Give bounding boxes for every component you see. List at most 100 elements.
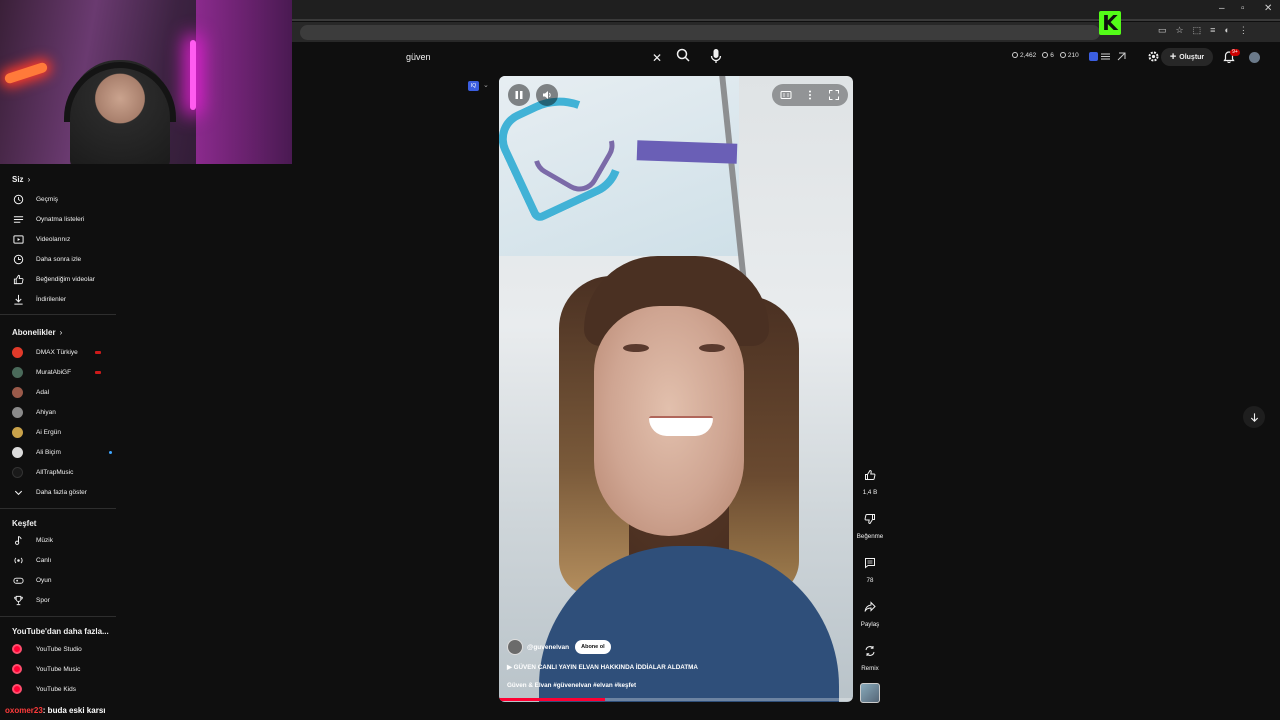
- search-input[interactable]: [398, 45, 668, 69]
- sidebar-item-label: Videolarınız: [36, 235, 71, 243]
- you-section-header[interactable]: Siz ›: [12, 175, 30, 184]
- shorts-player[interactable]: @guvenelvan Abone ol ▶ GÜVEN CANLI YAYIN…: [499, 76, 853, 702]
- volume-button[interactable]: [536, 84, 558, 106]
- share-action[interactable]: Paylaş: [856, 597, 884, 628]
- more-options-icon[interactable]: [804, 89, 816, 101]
- watch-later-icon: [12, 253, 24, 265]
- trophy-icon: [12, 594, 24, 606]
- chat-text: : buda eski karsı: [42, 706, 106, 715]
- like-button[interactable]: [860, 465, 880, 485]
- live-icon: [12, 554, 24, 566]
- bookmark-star-icon[interactable]: ☆: [1176, 25, 1184, 36]
- explore-title: Keşfet: [12, 519, 37, 528]
- video-smile: [649, 416, 713, 436]
- sidebar-item-downloads[interactable]: İndirilenler: [12, 291, 116, 307]
- share-button[interactable]: [860, 597, 880, 617]
- gear-icon[interactable]: [1148, 51, 1159, 62]
- sidebar-item-your-videos[interactable]: Videolarınız: [12, 231, 116, 247]
- sidebar-channel-alltrapmusic[interactable]: AllTrapMusic: [12, 464, 116, 480]
- sidebar-channel-ahiyan[interactable]: Ahiyan: [12, 404, 116, 420]
- tool-icon[interactable]: [1117, 52, 1126, 61]
- minimize-icon[interactable]: –: [1219, 3, 1225, 14]
- notification-count-badge: 9+: [1230, 49, 1240, 56]
- video-progress-bar[interactable]: [499, 698, 853, 701]
- sidebar-item-label: Daha sonra izle: [36, 255, 82, 263]
- extensions-icon[interactable]: ⬚: [1193, 25, 1202, 36]
- fullscreen-icon[interactable]: [828, 89, 840, 101]
- video-eye: [623, 344, 649, 352]
- create-button[interactable]: + Oluştur: [1161, 48, 1213, 66]
- sidebar-item-live[interactable]: Canlı: [12, 552, 116, 568]
- channel-handle[interactable]: @guvenelvan: [527, 644, 569, 651]
- sidebar-item-liked-videos[interactable]: Beğendiğim videolar: [12, 271, 116, 287]
- channel-name: Ali Biçim: [36, 448, 61, 456]
- like-action[interactable]: 1,4 B: [856, 465, 884, 496]
- microphone-icon[interactable]: [709, 48, 723, 64]
- youtube-music-icon: [12, 664, 22, 674]
- show-more-label: Daha fazla göster: [36, 488, 87, 496]
- chevron-right-icon: ›: [59, 328, 63, 337]
- sidebar-channel-ai-ergun[interactable]: Ai Ergün: [12, 424, 116, 440]
- channel-avatar[interactable]: [507, 639, 523, 655]
- music-icon: [12, 534, 24, 546]
- sidebar-channel-dmax-turkiye[interactable]: DMAX Türkiye: [12, 344, 116, 360]
- pause-button[interactable]: [508, 84, 530, 106]
- short-title[interactable]: ▶ GÜVEN CANLI YAYIN ELVAN HAKKINDA İDDİA…: [507, 664, 698, 671]
- sidebar-item-youtube-kids[interactable]: YouTube Kids: [12, 681, 116, 697]
- clear-search-icon[interactable]: ✕: [652, 51, 662, 65]
- sidebar-channel-ali-bicim[interactable]: Ali Biçim: [12, 444, 116, 460]
- subscriptions-section-header[interactable]: Abonelikler ›: [12, 328, 62, 337]
- close-window-icon[interactable]: ✕: [1264, 3, 1272, 14]
- short-description[interactable]: Güven & Elvan #güvenelvan #elvan #keşfet: [507, 682, 636, 689]
- sidebar-show-more[interactable]: Daha fazla göster: [12, 484, 116, 500]
- sidebar-item-label: Müzik: [36, 536, 53, 544]
- sidebar-item-youtube-studio[interactable]: YouTube Studio: [12, 641, 116, 657]
- sidebar-item-gaming[interactable]: Oyun: [12, 572, 116, 588]
- extension-badge-icon[interactable]: [1089, 52, 1098, 61]
- subscriptions-title: Abonelikler: [12, 328, 56, 337]
- video-eye: [699, 344, 725, 352]
- sidebar-channel-muratabigf[interactable]: MuratAbiGF: [12, 364, 116, 380]
- list-icon[interactable]: [1101, 52, 1110, 61]
- media-icon[interactable]: ≡: [1210, 25, 1215, 36]
- stat-value: 210: [1067, 52, 1079, 59]
- sidebar-item-label: Beğendiğim videolar: [36, 275, 95, 283]
- account-avatar[interactable]: [1249, 52, 1260, 63]
- comments-action[interactable]: 78: [856, 553, 884, 584]
- subscribe-button[interactable]: Abone ol: [575, 640, 611, 654]
- webcam-lamp: [3, 61, 49, 85]
- remix-action[interactable]: Remix: [856, 641, 884, 672]
- webcam-neon-light: [190, 40, 196, 110]
- plus-icon: +: [1169, 51, 1177, 63]
- sound-thumbnail[interactable]: [860, 683, 880, 703]
- extension-logo-icon[interactable]: IQ: [468, 81, 479, 91]
- captions-icon[interactable]: [780, 89, 792, 101]
- next-short-button[interactable]: [1243, 406, 1265, 428]
- sidebar-item-music[interactable]: Müzik: [12, 532, 116, 548]
- webcam-overlay: [0, 0, 292, 164]
- sidebar-channel-adal[interactable]: Adal: [12, 384, 116, 400]
- dislike-label: Beğenme: [856, 533, 884, 540]
- sidebar-item-youtube-music[interactable]: YouTube Music: [12, 661, 116, 677]
- profile-icon[interactable]: ◐: [1224, 25, 1229, 36]
- menu-icon[interactable]: ⋮: [1239, 25, 1248, 36]
- sidebar-item-label: Spor: [36, 596, 50, 604]
- dislike-action[interactable]: Beğenme: [856, 509, 884, 540]
- sidebar-item-history[interactable]: Geçmiş: [12, 191, 116, 207]
- sidebar-divider: [0, 508, 116, 509]
- sidebar-item-watch-later[interactable]: Daha sonra izle: [12, 251, 116, 267]
- channel-avatar: [12, 406, 23, 418]
- chevron-down-icon[interactable]: ⌄: [483, 81, 489, 89]
- video-progress-fill: [499, 698, 606, 701]
- dislike-button[interactable]: [860, 509, 880, 529]
- hashtags[interactable]: #güvenelvan #elvan #keşfet: [553, 682, 636, 689]
- sidebar-item-playlists[interactable]: Oynatma listeleri: [12, 211, 116, 227]
- remix-label: Remix: [861, 665, 879, 672]
- sidebar-item-sports[interactable]: Spor: [12, 592, 116, 608]
- search-icon[interactable]: [676, 48, 690, 62]
- comments-button[interactable]: [860, 553, 880, 573]
- address-bar[interactable]: [300, 25, 1100, 40]
- maximize-icon[interactable]: ▫: [1241, 3, 1245, 14]
- cast-icon[interactable]: ▭: [1158, 25, 1167, 36]
- remix-button[interactable]: [860, 641, 880, 661]
